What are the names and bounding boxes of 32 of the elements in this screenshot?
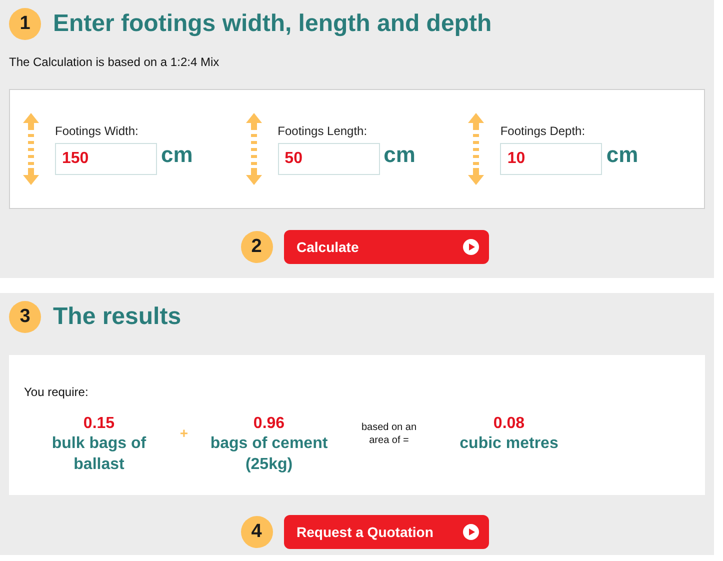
unit-label: cm (161, 142, 193, 168)
quantity-label: bulk bags of ballast (50, 434, 148, 475)
quantity-label: bags of cement (25kg) (209, 434, 329, 475)
section-title: The results (53, 303, 182, 331)
field-label: Footings Length: (278, 124, 368, 138)
field-label: Footings Width: (55, 124, 140, 138)
quantity-value: 0.08 (493, 415, 525, 433)
input-field[interactable]: 50 (278, 142, 380, 174)
vertical-arrow-icon (246, 113, 262, 185)
area-note: based on an area of = (360, 421, 418, 447)
mix-note: The Calculation is based on a 1:2:4 Mix (9, 55, 220, 69)
calculate-button[interactable]: Calculate (284, 230, 488, 264)
vertical-arrow-icon (468, 113, 484, 185)
vertical-arrow-icon (23, 113, 39, 185)
play-icon (462, 239, 478, 255)
input-field[interactable]: 10 (500, 142, 602, 174)
play-icon (462, 524, 478, 540)
step-badge: 3 (9, 301, 41, 333)
intro-text: You require: (24, 385, 90, 399)
unit-label: cm (606, 142, 638, 168)
quantity-label: cubic metres (458, 434, 560, 454)
plus-sign: + (178, 425, 190, 441)
quantity-value: 0.96 (253, 415, 285, 433)
unit-label: cm (384, 142, 416, 168)
input-field[interactable]: 150 (55, 142, 157, 174)
quantity-value: 0.15 (83, 415, 115, 433)
step-badge: 4 (240, 516, 272, 548)
section-title: Enter footings width, length and depth (53, 10, 492, 38)
step-badge: 2 (240, 231, 272, 263)
quotation-button[interactable]: Request a Quotation (284, 515, 488, 549)
step-badge: 1 (9, 8, 41, 40)
field-label: Footings Depth: (500, 124, 586, 138)
